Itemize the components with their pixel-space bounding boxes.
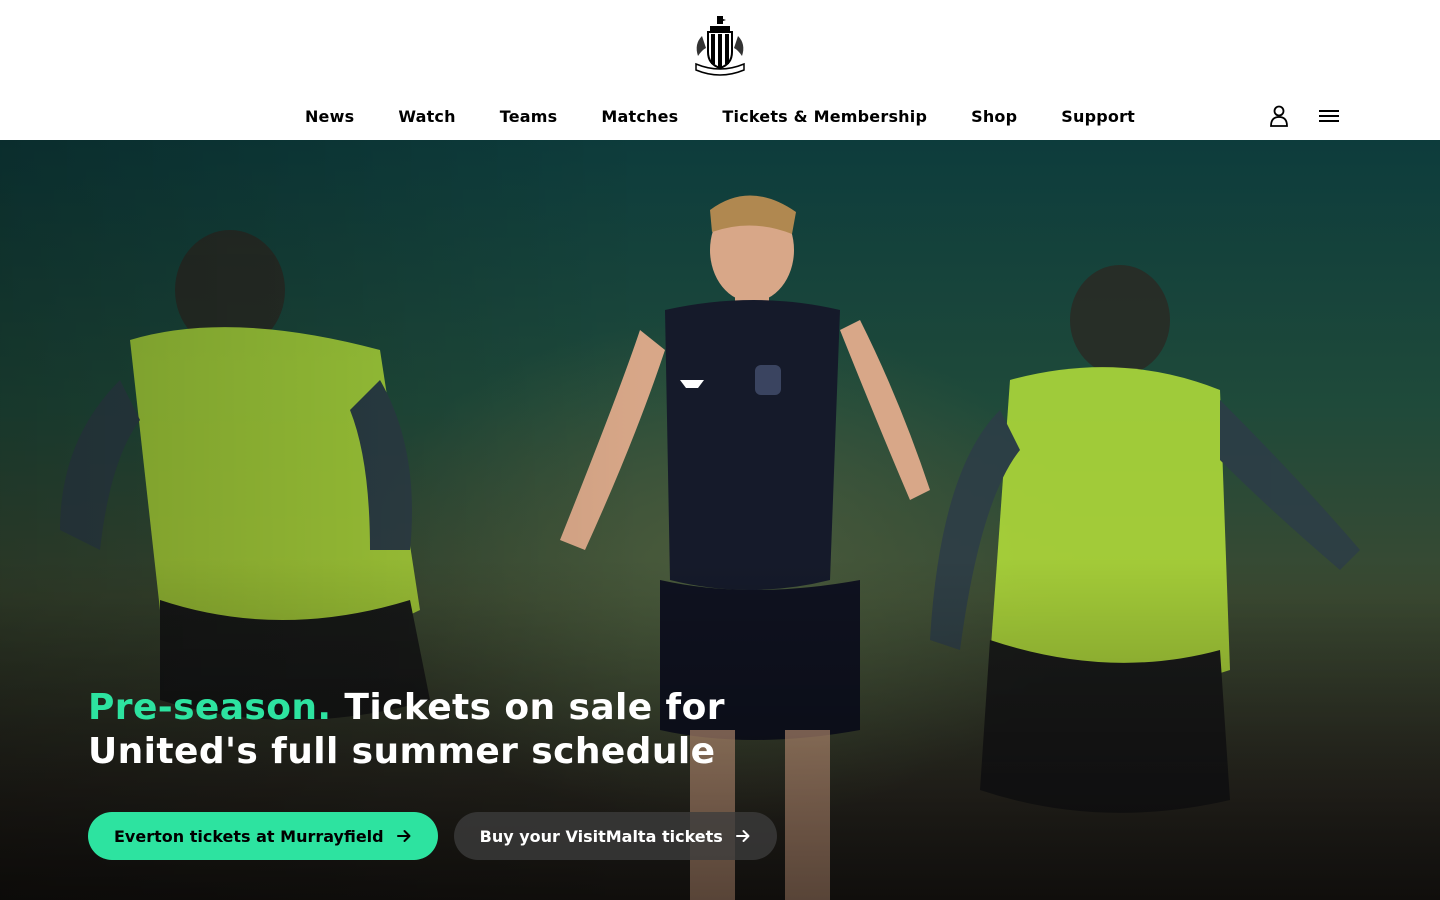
header-icon-group: [1268, 104, 1340, 128]
user-icon[interactable]: [1268, 104, 1290, 128]
visitmalta-tickets-label: Buy your VisitMalta tickets: [479, 826, 723, 846]
hero-headline-accent: Pre-season.: [88, 687, 332, 728]
nav-item-tickets-membership[interactable]: Tickets & Membership: [722, 100, 927, 136]
hero-headline: Pre-season. Tickets on sale for United's…: [88, 686, 808, 774]
everton-tickets-button[interactable]: Everton tickets at Murrayfield: [88, 812, 438, 860]
arrow-right-icon: [735, 830, 750, 842]
nav-item-shop[interactable]: Shop: [971, 100, 1017, 136]
site-header: News Watch Teams Matches Tickets & Membe…: [0, 0, 1440, 140]
visitmalta-tickets-button[interactable]: Buy your VisitMalta tickets: [453, 812, 777, 860]
newcastle-united-crest-icon[interactable]: [690, 14, 750, 76]
nav-item-teams[interactable]: Teams: [500, 100, 558, 136]
everton-tickets-label: Everton tickets at Murrayfield: [114, 826, 384, 846]
hero-banner: Pre-season. Tickets on sale for United's…: [0, 140, 1440, 900]
arrow-right-icon: [396, 830, 411, 842]
nav-item-news[interactable]: News: [305, 100, 354, 136]
hero-cta-group: Everton tickets at Murrayfield Buy your …: [88, 812, 777, 860]
nav-item-support[interactable]: Support: [1061, 100, 1135, 136]
nav-item-matches[interactable]: Matches: [601, 100, 678, 136]
nav-item-watch[interactable]: Watch: [398, 100, 455, 136]
hamburger-menu-icon[interactable]: [1318, 104, 1340, 128]
main-nav: News Watch Teams Matches Tickets & Membe…: [0, 100, 1440, 136]
